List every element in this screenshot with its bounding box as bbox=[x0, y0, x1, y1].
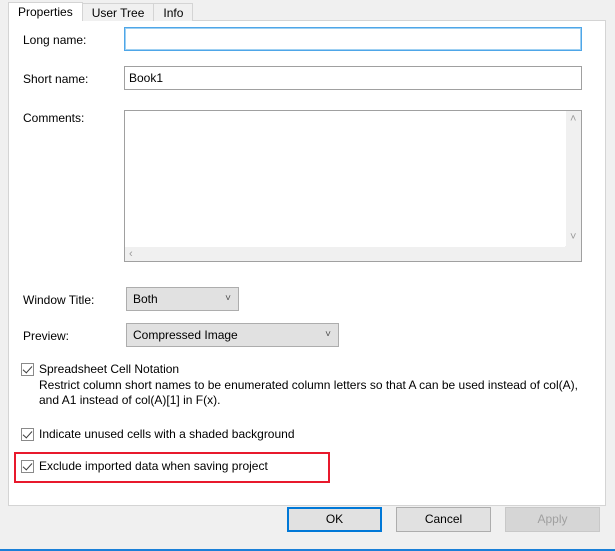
apply-button[interactable]: Apply bbox=[505, 507, 600, 532]
tab-info-label: Info bbox=[163, 6, 184, 20]
long-name-label: Long name: bbox=[23, 33, 87, 47]
tab-strip: Properties User Tree Info bbox=[8, 2, 194, 21]
comments-label: Comments: bbox=[23, 111, 85, 125]
window-title-combobox[interactable]: Both ˅ bbox=[126, 287, 239, 311]
short-name-input[interactable] bbox=[124, 66, 582, 90]
ok-button[interactable]: OK bbox=[287, 507, 382, 532]
checkbox-indicate-unused-cells-label: Indicate unused cells with a shaded back… bbox=[39, 427, 295, 441]
checkbox-indicate-unused-cells[interactable]: Indicate unused cells with a shaded back… bbox=[21, 427, 295, 441]
workbook-properties-dialog: Properties User Tree Info Long name: Sho… bbox=[0, 0, 615, 551]
cancel-button[interactable]: Cancel bbox=[396, 507, 491, 532]
window-title-value: Both bbox=[133, 292, 158, 306]
comments-textarea[interactable] bbox=[125, 111, 565, 245]
spreadsheet-cell-notation-description: Restrict column short names to be enumer… bbox=[39, 378, 578, 407]
checkmark-icon bbox=[21, 460, 34, 473]
tab-user-tree[interactable]: User Tree bbox=[81, 3, 155, 21]
comments-box: ˄ ˅ ‹ › bbox=[124, 110, 582, 262]
ok-button-label: OK bbox=[325, 512, 344, 526]
preview-label: Preview: bbox=[23, 329, 70, 343]
comments-horizontal-scrollbar[interactable]: ‹ › bbox=[125, 246, 581, 261]
scroll-left-icon[interactable]: ‹ bbox=[129, 249, 133, 260]
checkbox-spreadsheet-cell-notation[interactable]: Spreadsheet Cell Notation bbox=[21, 362, 179, 376]
window-title-label: Window Title: bbox=[23, 293, 95, 307]
scroll-down-icon[interactable]: ˅ bbox=[570, 232, 576, 243]
scrollbar-corner bbox=[565, 246, 581, 261]
preview-value: Compressed Image bbox=[133, 328, 238, 342]
chevron-down-icon: ˅ bbox=[225, 293, 231, 304]
checkmark-icon bbox=[21, 363, 34, 376]
tab-properties[interactable]: Properties bbox=[8, 2, 83, 21]
checkbox-exclude-imported-data-label: Exclude imported data when saving projec… bbox=[39, 459, 268, 473]
checkbox-spreadsheet-cell-notation-label: Spreadsheet Cell Notation bbox=[39, 362, 180, 376]
tab-info[interactable]: Info bbox=[153, 3, 194, 21]
checkmark-icon bbox=[21, 428, 34, 441]
cancel-button-label: Cancel bbox=[424, 512, 463, 526]
apply-button-label: Apply bbox=[537, 512, 568, 526]
tab-user-tree-label: User Tree bbox=[91, 6, 145, 20]
chevron-down-icon: ˅ bbox=[325, 329, 331, 340]
comments-vertical-scrollbar[interactable]: ˄ ˅ bbox=[565, 111, 581, 246]
preview-combobox[interactable]: Compressed Image ˅ bbox=[126, 323, 339, 347]
long-name-input[interactable] bbox=[124, 27, 582, 51]
scroll-up-icon[interactable]: ˄ bbox=[570, 114, 576, 125]
checkbox-exclude-imported-data[interactable]: Exclude imported data when saving projec… bbox=[21, 459, 268, 473]
short-name-label: Short name: bbox=[23, 72, 89, 86]
tab-properties-label: Properties bbox=[18, 5, 73, 19]
